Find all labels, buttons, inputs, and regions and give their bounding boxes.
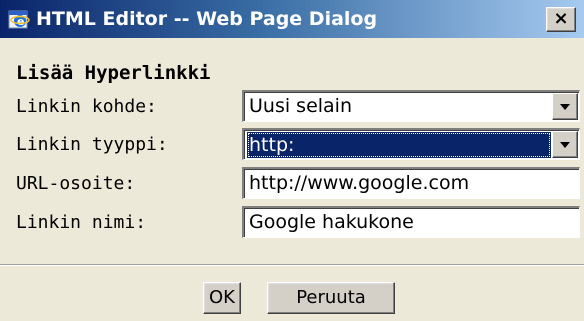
link-type-dropdown-button[interactable]: [552, 131, 578, 158]
dialog-heading: Lisää Hyperlinkki: [16, 62, 211, 84]
divider: [0, 264, 584, 266]
link-target-label: Linkin kohde:: [16, 96, 157, 117]
link-target-dropdown-button[interactable]: [552, 93, 578, 120]
ok-button[interactable]: OK: [203, 282, 241, 314]
link-name-label: Linkin nimi:: [16, 212, 147, 233]
link-type-label: Linkin tyyppi:: [16, 134, 168, 155]
close-button[interactable]: ×: [546, 7, 576, 32]
close-icon: ×: [553, 8, 569, 29]
dialog-window: e HTML Editor -- Web Page Dialog × Lisää…: [0, 0, 584, 321]
title-bar[interactable]: e HTML Editor -- Web Page Dialog ×: [0, 0, 584, 38]
link-name-input[interactable]: Google hakukone: [242, 206, 580, 238]
window-title: HTML Editor -- Web Page Dialog: [36, 8, 378, 30]
url-input[interactable]: http://www.google.com: [242, 167, 580, 199]
link-target-select[interactable]: Uusi selain: [242, 90, 580, 122]
ie-icon: e: [8, 8, 30, 30]
cancel-button[interactable]: Peruuta: [267, 282, 395, 314]
url-label: URL-osoite:: [16, 173, 136, 194]
chevron-down-icon: [560, 104, 570, 110]
link-type-value: http:: [247, 132, 551, 158]
link-type-select[interactable]: http:: [242, 128, 580, 160]
chevron-down-icon: [560, 142, 570, 148]
link-target-value: Uusi selain: [249, 95, 352, 117]
